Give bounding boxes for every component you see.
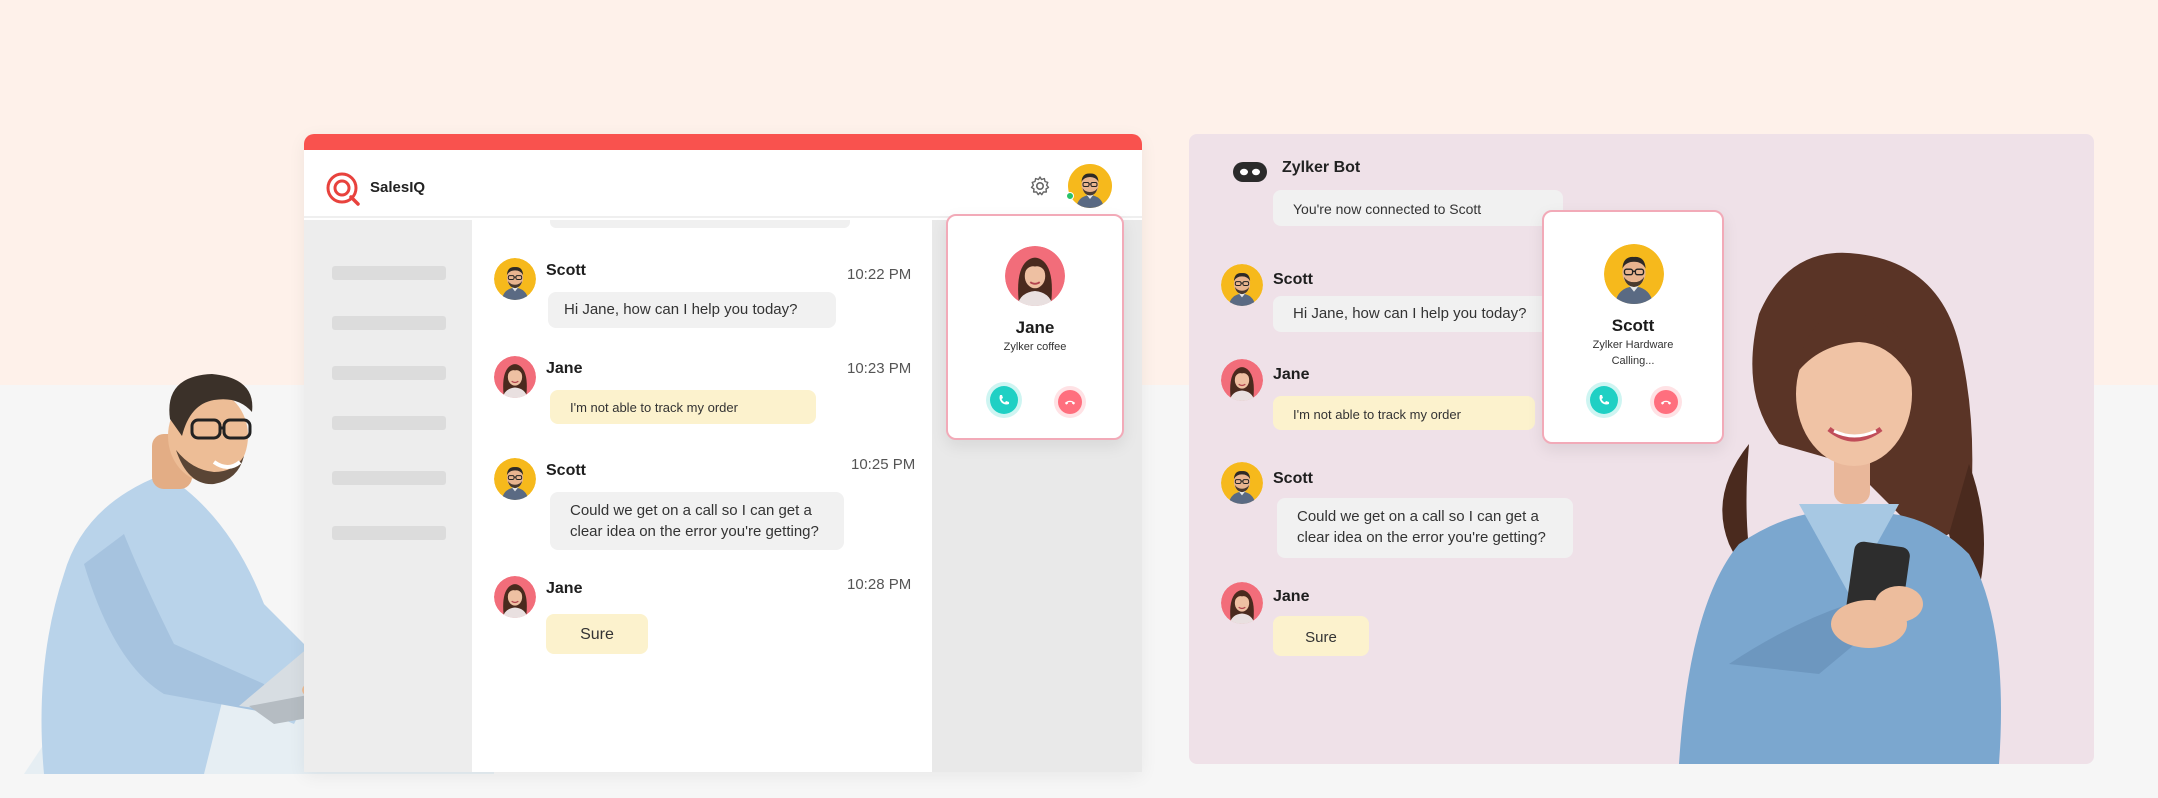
message-time: 10:28 PM — [847, 576, 912, 593]
message-sender: Jane — [1273, 588, 1310, 605]
phone-icon — [1599, 395, 1609, 405]
accept-call-button[interactable] — [1590, 386, 1618, 414]
avatar — [1221, 582, 1263, 624]
message-time: 10:22 PM — [847, 266, 912, 283]
sidebar — [304, 220, 472, 772]
online-status-dot — [1066, 192, 1074, 200]
phone-icon — [999, 395, 1009, 405]
previous-message-fade — [550, 220, 850, 228]
message-bubble: I'm not able to track my order — [550, 390, 816, 424]
caller-company: Zylker coffee — [1003, 341, 1067, 353]
salesiq-logo-icon[interactable] — [324, 170, 362, 208]
message-bubble: I'm not able to track my order — [1273, 396, 1535, 430]
message-line: Could we get on a call so I can get a — [570, 502, 812, 519]
outgoing-call-card: Scott Zylker Hardware Calling... — [1542, 210, 1724, 444]
message-sender: Scott — [546, 462, 586, 479]
accept-call-button[interactable] — [990, 386, 1018, 414]
app-header: SalesIQ — [304, 150, 1142, 218]
sidebar-item-placeholder[interactable] — [332, 316, 446, 330]
message-sender: Scott — [546, 262, 586, 279]
sidebar-item-placeholder[interactable] — [332, 526, 446, 540]
sidebar-item-placeholder[interactable] — [332, 266, 446, 280]
message-bubble: Could we get on a call so I can get a cl… — [550, 492, 844, 550]
brand-name: SalesIQ — [370, 179, 426, 196]
bot-message-bubble: You're now connected to Scott — [1273, 190, 1563, 226]
message-bubble: Sure — [546, 614, 648, 654]
sidebar-item-placeholder[interactable] — [332, 416, 446, 430]
avatar — [494, 258, 536, 300]
message-sender: Jane — [1273, 366, 1310, 383]
message-sender: Jane — [546, 580, 583, 597]
message-line: clear idea on the error you're getting? — [570, 523, 819, 540]
avatar — [1005, 246, 1065, 306]
app-top-accent-bar — [304, 134, 1142, 150]
incoming-call-card: Jane Zylker coffee — [946, 214, 1124, 440]
call-status: Calling... — [1611, 355, 1655, 367]
message-bubble: Hi Jane, how can I help you today? — [1273, 296, 1563, 332]
message-bubble: Hi Jane, how can I help you today? — [548, 292, 836, 328]
avatar — [494, 356, 536, 398]
callee-name: Scott — [1611, 316, 1655, 335]
caller-name: Jane — [1015, 318, 1055, 337]
avatar — [1221, 359, 1263, 401]
gear-icon[interactable] — [1028, 174, 1052, 198]
sidebar-item-placeholder[interactable] — [332, 471, 446, 485]
avatar — [1604, 244, 1664, 304]
avatar — [1221, 462, 1263, 504]
chat-thread: Scott 10:22 PM Hi Jane, how can I help y… — [472, 220, 932, 772]
hang-up-icon — [1064, 400, 1076, 405]
decline-call-button[interactable] — [1654, 390, 1678, 414]
message-time: 10:23 PM — [847, 360, 912, 377]
avatar — [1221, 264, 1263, 306]
avatar — [494, 458, 536, 500]
avatar — [494, 576, 536, 618]
callee-company: Zylker Hardware — [1592, 339, 1674, 351]
message-line: clear idea on the error you're getting? — [1297, 529, 1546, 546]
decline-call-button[interactable] — [1058, 390, 1082, 414]
message-sender: Scott — [1273, 470, 1313, 487]
bot-name: Zylker Bot — [1282, 159, 1361, 176]
message-line: Could we get on a call so I can get a — [1297, 508, 1539, 525]
message-sender: Jane — [546, 360, 583, 377]
bot-icon — [1233, 162, 1267, 182]
hang-up-icon — [1660, 400, 1672, 405]
message-bubble: Sure — [1273, 616, 1369, 656]
user-avatar[interactable] — [1068, 164, 1112, 208]
message-time: 10:25 PM — [851, 456, 916, 473]
message-sender: Scott — [1273, 271, 1313, 288]
sidebar-item-placeholder[interactable] — [332, 366, 446, 380]
message-bubble: Could we get on a call so I can get a cl… — [1277, 498, 1573, 558]
